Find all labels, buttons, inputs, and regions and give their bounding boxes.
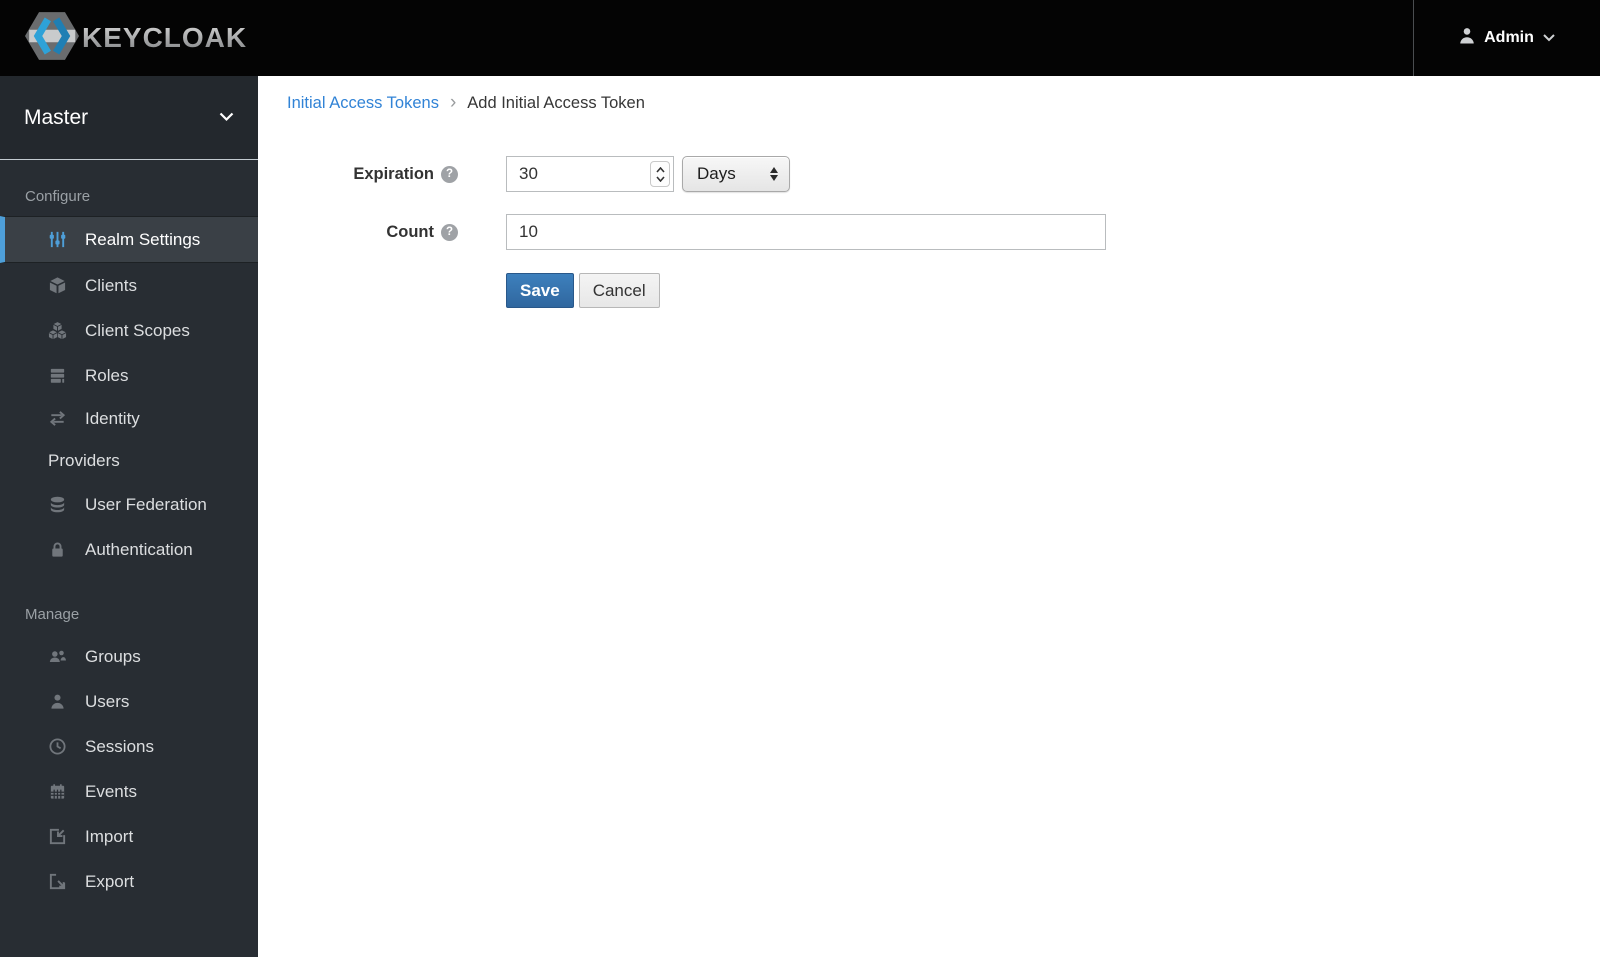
add-initial-access-token-form: Expiration Days (258, 156, 1600, 330)
sidebar-item-sessions[interactable]: Sessions (0, 724, 258, 769)
configure-section-header: Configure (25, 188, 91, 205)
sidebar-item-events[interactable]: Events (0, 769, 258, 814)
sidebar-item-identity-providers[interactable]: Identity Providers (0, 398, 258, 482)
export-icon (49, 873, 66, 890)
clock-icon (49, 738, 66, 755)
exchange-arrows-icon (49, 411, 66, 426)
sidebar-item-client-scopes[interactable]: Client Scopes (0, 308, 258, 353)
sidebar-item-roles[interactable]: Roles (0, 353, 258, 398)
group-icon (49, 650, 66, 663)
count-input[interactable] (506, 214, 1106, 250)
sliders-icon (49, 231, 66, 248)
sidebar-item-users[interactable]: Users (0, 679, 258, 724)
top-navbar: KEYCLOAK Admin (0, 0, 1600, 76)
sidebar: Master Configure Realm Settings Clients (0, 76, 258, 957)
count-label: Count (258, 223, 458, 242)
breadcrumb-separator-icon: › (449, 92, 457, 113)
sidebar-item-import[interactable]: Import (0, 814, 258, 859)
cubes-icon (48, 322, 67, 339)
manage-section-header: Manage (25, 606, 80, 623)
count-row: Count (258, 214, 1600, 250)
realm-name: Master (24, 105, 89, 129)
keycloak-logo: KEYCLOAK (0, 11, 248, 65)
sidebar-item-authentication[interactable]: Authentication (0, 527, 258, 572)
stepper-down-icon[interactable] (655, 175, 665, 182)
sidebar-item-clients[interactable]: Clients (0, 263, 258, 308)
form-buttons-row: Save Cancel (258, 273, 1600, 308)
chevron-down-icon (1543, 29, 1555, 47)
import-icon (49, 828, 66, 845)
save-button[interactable]: Save (506, 273, 574, 308)
breadcrumb: Initial Access Tokens › Add Initial Acce… (287, 92, 645, 114)
breadcrumb-current: Add Initial Access Token (467, 93, 645, 112)
expiration-label: Expiration (258, 165, 458, 184)
lock-icon (52, 542, 63, 557)
expiration-input[interactable] (506, 156, 674, 192)
sidebar-item-user-federation[interactable]: User Federation (0, 482, 258, 527)
main-content: Initial Access Tokens › Add Initial Acce… (258, 76, 1600, 957)
expiration-stepper[interactable] (650, 161, 670, 187)
select-arrows-icon (770, 167, 778, 181)
stack-icon (50, 368, 65, 383)
user-name: Admin (1484, 29, 1534, 46)
breadcrumb-initial-access-tokens-link[interactable]: Initial Access Tokens (287, 94, 439, 113)
sidebar-item-groups[interactable]: Groups (0, 634, 258, 679)
expiration-row: Expiration Days (258, 156, 1600, 192)
stepper-up-icon[interactable] (655, 166, 665, 173)
cube-icon (49, 277, 66, 294)
keycloak-hexagon-icon (25, 11, 79, 65)
expiration-help-icon[interactable] (441, 165, 458, 183)
user-icon (51, 694, 64, 709)
database-icon (50, 496, 65, 513)
chevron-down-icon (219, 109, 234, 127)
sidebar-item-realm-settings[interactable]: Realm Settings (0, 216, 258, 263)
admin-user-menu[interactable]: Admin (1413, 0, 1600, 76)
calendar-icon (50, 784, 65, 799)
count-help-icon[interactable] (441, 223, 458, 241)
cancel-button[interactable]: Cancel (578, 273, 660, 308)
expiration-unit-select[interactable]: Days (682, 156, 790, 192)
brand-title: KEYCLOAK (82, 22, 248, 53)
sidebar-item-export[interactable]: Export (0, 859, 258, 904)
user-icon (1459, 27, 1475, 49)
realm-selector[interactable]: Master (0, 76, 258, 160)
